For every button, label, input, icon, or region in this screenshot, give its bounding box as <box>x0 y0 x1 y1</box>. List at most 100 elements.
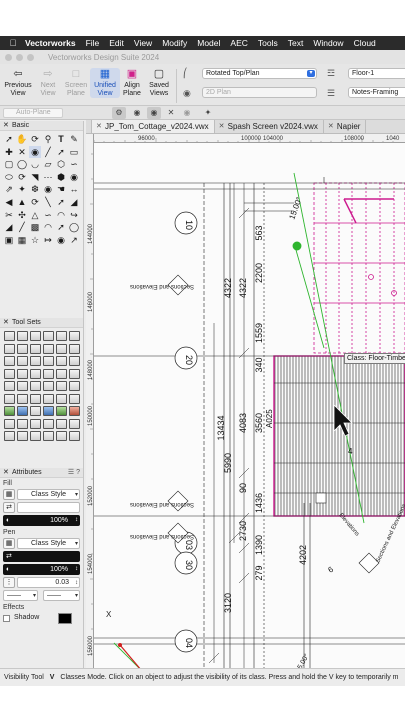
move-tool-icon[interactable]: ✣ <box>16 209 28 221</box>
menu-aec[interactable]: AEC <box>225 38 252 48</box>
line-tool-icon[interactable]: ╱ <box>42 146 54 158</box>
menu-view[interactable]: View <box>129 38 157 48</box>
tool-set-item[interactable] <box>3 331 15 341</box>
menu-edit[interactable]: Edit <box>104 38 129 48</box>
hole-tool-icon[interactable]: ◉ <box>55 234 67 246</box>
stamp-tool-icon[interactable]: ▣ <box>3 234 15 246</box>
settings-tools-icon[interactable]: ✦ <box>201 107 215 119</box>
tool-set-item[interactable] <box>29 418 41 429</box>
close-palette-icon[interactable]: ✕ <box>3 121 9 131</box>
locus-tool-icon[interactable]: ◥ <box>29 171 41 183</box>
symbol-tool-icon[interactable]: ⬢ <box>55 171 67 183</box>
freehand-tool-icon[interactable]: ∽ <box>68 158 80 170</box>
close-tab-icon[interactable]: ✕ <box>96 120 102 133</box>
tool-set-item[interactable] <box>3 406 15 416</box>
tool-set-item[interactable] <box>42 331 54 341</box>
hatch-tool-icon[interactable]: ◉ <box>68 171 80 183</box>
close-window-button[interactable] <box>5 53 12 61</box>
tool-set-item[interactable] <box>16 356 28 366</box>
tool-set-item[interactable] <box>55 368 67 379</box>
tool-set-item[interactable] <box>16 431 28 441</box>
tool-set-item[interactable] <box>3 381 15 391</box>
tool-set-item[interactable] <box>55 431 67 441</box>
tool-set-item[interactable] <box>55 356 67 366</box>
menu-file[interactable]: File <box>81 38 105 48</box>
reference-tool-icon[interactable]: ◯ <box>68 221 80 233</box>
vertical-ruler[interactable]: 144000 146000 148000 150000 152000 15400… <box>86 134 94 686</box>
tool-set-item[interactable] <box>3 393 15 404</box>
arc2-tool-icon[interactable]: ◠ <box>55 209 67 221</box>
tool-set-item[interactable] <box>16 393 28 404</box>
tool-set-item[interactable] <box>68 406 80 416</box>
gray-eye-icon[interactable]: ◉ <box>180 107 194 119</box>
pen-opacity-bar[interactable]: ◐ 100% ↕ <box>3 564 80 575</box>
arc-tool-icon[interactable]: ◡ <box>29 158 41 170</box>
tool-set-item[interactable] <box>42 431 54 441</box>
rotate-tool-icon[interactable]: ⟳ <box>29 196 41 208</box>
tool-set-item[interactable] <box>68 331 80 341</box>
rectangle-tool-icon[interactable]: ▭ <box>68 146 80 158</box>
tool-set-item[interactable] <box>29 343 41 354</box>
show-eye-icon[interactable]: ◉ <box>147 107 161 119</box>
grayed-mode-icon[interactable]: ◉ <box>130 107 144 119</box>
close-tab-icon[interactable]: ✕ <box>219 120 225 133</box>
trim2-tool-icon[interactable]: ╱ <box>16 221 28 233</box>
tool-set-item[interactable] <box>68 418 80 429</box>
tool-set-item[interactable] <box>55 406 67 416</box>
tool-set-item[interactable] <box>42 343 54 354</box>
tool-set-item[interactable] <box>29 393 41 404</box>
menu-text[interactable]: Text <box>283 38 309 48</box>
tool-set-item[interactable] <box>55 343 67 354</box>
tool-set-item[interactable] <box>42 418 54 429</box>
text-tool-icon[interactable]: T <box>55 133 67 145</box>
zoom-window-button[interactable] <box>27 53 34 61</box>
unified-view-button[interactable]: ▦ Unified View <box>90 68 120 98</box>
fill-opacity-bar[interactable]: ◐ 100% ↕ <box>3 515 80 526</box>
drawing-canvas[interactable]: 10 20 03 30 04 Sections and Elevations S… <box>94 143 405 686</box>
connect-tool-icon[interactable]: ➚ <box>55 196 67 208</box>
render-mode-select[interactable]: 2D Plan <box>202 87 317 98</box>
fill-pattern-icon[interactable]: ⇄ <box>3 502 15 513</box>
tool-set-item[interactable] <box>3 343 15 354</box>
view-select[interactable]: Rotated Top/Plan ▾ <box>202 68 317 79</box>
circle-tool-icon[interactable]: ◯ <box>16 158 28 170</box>
path-tool-icon[interactable]: ↪ <box>68 209 80 221</box>
floor-hatch-area[interactable] <box>273 355 405 517</box>
label-tool-icon[interactable]: ↗ <box>68 234 80 246</box>
visibility-mode-icon[interactable]: ⚙ <box>112 107 126 119</box>
reshape-tool-icon[interactable]: ◉ <box>42 183 54 195</box>
split-tool-icon[interactable]: ↔ <box>68 183 80 195</box>
tool-set-item[interactable] <box>29 331 41 341</box>
tool-set-item[interactable] <box>16 406 28 416</box>
eyedropper-tool-icon[interactable]: ✕ <box>16 146 28 158</box>
mirror-tool-icon[interactable]: ◀ <box>3 196 15 208</box>
tool-set-item[interactable] <box>29 368 41 379</box>
tool-set-item[interactable] <box>68 431 80 441</box>
fill-style-select[interactable]: Class Style ▾ <box>17 489 80 500</box>
star-tool-icon[interactable]: ☆ <box>29 234 41 246</box>
stipple-tool-icon[interactable]: ⋯ <box>42 171 54 183</box>
minimize-window-button[interactable] <box>16 53 23 61</box>
tool-set-item[interactable] <box>29 356 41 366</box>
double-line-tool-icon[interactable]: ➚ <box>55 146 67 158</box>
tape-tool-icon[interactable]: ▩ <box>29 221 41 233</box>
tab-splash-screen[interactable]: ✕ Spash Screen v2024.vwx <box>215 120 324 133</box>
spiral-tool-icon[interactable]: ⟳ <box>16 171 28 183</box>
selection-tool-icon[interactable]: ➚ <box>3 133 15 145</box>
tool-set-item[interactable] <box>68 393 80 404</box>
tool-set-item[interactable] <box>68 368 80 379</box>
menu-tools[interactable]: Tools <box>253 38 283 48</box>
tab-jp-tom-cottage[interactable]: ✕ JP_Tom_Cottage_v2024.vwx <box>92 120 215 133</box>
hide-close-icon[interactable]: ✕ <box>164 107 178 119</box>
line-weight-field[interactable]: 0.03 ↕ <box>17 577 80 588</box>
next-view-button[interactable]: ⇨ Next View <box>33 68 63 98</box>
pen-style-select[interactable]: Class Style ▾ <box>17 538 80 549</box>
menu-cloud[interactable]: Cloud <box>349 38 381 48</box>
tool-set-item[interactable] <box>3 368 15 379</box>
horizontal-ruler[interactable]: 96000 100000 104000 108000 1040 <box>94 134 405 143</box>
tool-set-item[interactable] <box>42 356 54 366</box>
tool-set-item[interactable] <box>55 418 67 429</box>
tool-set-item[interactable] <box>55 381 67 391</box>
auto-plane-toggle[interactable]: Auto-Plane <box>3 108 63 118</box>
tool-set-item[interactable] <box>68 356 80 366</box>
